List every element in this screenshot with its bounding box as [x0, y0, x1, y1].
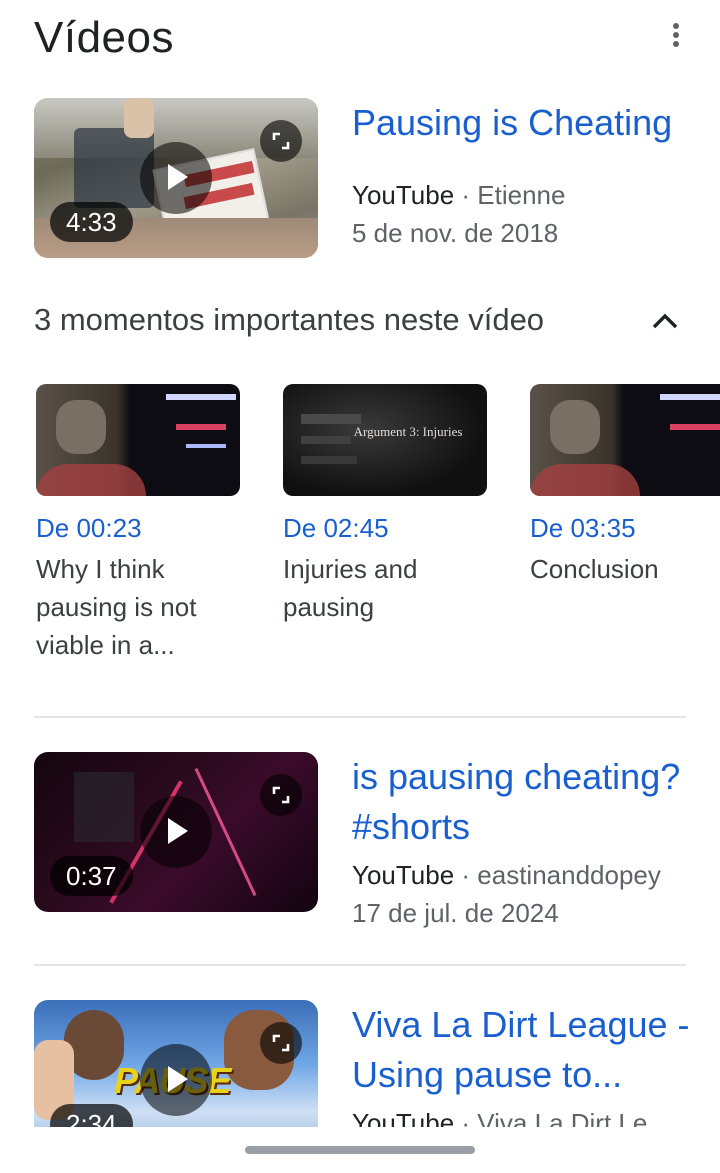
video-title-link[interactable]: Pausing is Cheating	[352, 98, 692, 148]
expand-icon[interactable]	[260, 1022, 302, 1064]
video-thumbnail-3[interactable]: PAUSE 2:34	[34, 1000, 318, 1127]
video-result-3: PAUSE 2:34 Viva La Dirt League - Using p…	[34, 1000, 690, 1127]
key-moment-label: Conclusion	[530, 554, 659, 584]
key-moment-3[interactable]: De 03:35 Conclusion	[530, 384, 720, 588]
meta-separator: ·	[454, 860, 478, 890]
video-thumbnail-2[interactable]: 0:37	[34, 752, 318, 912]
video-date: 5 de nov. de 2018	[352, 218, 559, 248]
more-vert-icon[interactable]	[664, 20, 688, 54]
video-channel: Viva La Dirt Le...	[477, 1108, 670, 1127]
divider	[34, 964, 686, 966]
video-info-1: Pausing is Cheating YouTube · Etienne 5 …	[352, 98, 692, 252]
video-duration: 4:33	[50, 202, 133, 242]
video-thumbnail-1[interactable]: 4:33	[34, 98, 318, 258]
video-meta: YouTube · Etienne	[352, 176, 692, 214]
play-icon	[140, 796, 212, 868]
video-result-1: 4:33 Pausing is Cheating YouTube · Etien…	[34, 98, 686, 268]
meta-separator: ·	[454, 1108, 478, 1127]
expand-icon[interactable]	[260, 774, 302, 816]
key-moment-time: De 02:45	[283, 513, 389, 543]
video-result-3-viewport: PAUSE 2:34 Viva La Dirt League - Using p…	[0, 990, 720, 1127]
thumbnail-caption: Argument 3: Injuries	[353, 424, 463, 439]
key-moment-label: Injuries and pausing	[283, 554, 418, 622]
key-moment-1[interactable]: De 00:23 Why I think pausing is not viab…	[36, 384, 246, 664]
video-info-3: Viva La Dirt League - Using pause to... …	[352, 1000, 692, 1127]
expand-icon[interactable]	[260, 120, 302, 162]
video-duration: 0:37	[50, 856, 133, 896]
video-meta: YouTube · Viva La Dirt Le...	[352, 1104, 692, 1127]
video-channel: eastinanddopey	[477, 860, 661, 890]
video-result-2: 0:37 is pausing cheating? #shorts YouTub…	[34, 752, 686, 928]
video-meta: YouTube · eastinanddopey	[352, 856, 692, 894]
key-moment-label: Why I think pausing is not viable in a..…	[36, 554, 197, 660]
video-date: 17 de jul. de 2024	[352, 898, 559, 928]
video-source: YouTube	[352, 1108, 455, 1127]
video-source: YouTube	[352, 860, 455, 890]
play-icon	[140, 1044, 212, 1116]
meta-separator: ·	[454, 180, 478, 210]
play-icon	[140, 142, 212, 214]
gesture-nav-handle[interactable]	[245, 1146, 475, 1154]
video-duration: 2:34	[50, 1104, 133, 1127]
video-source: YouTube	[352, 180, 455, 210]
chevron-up-icon	[652, 313, 678, 329]
section-title: Vídeos	[34, 13, 174, 62]
video-title-link[interactable]: is pausing cheating? #shorts	[352, 752, 692, 852]
section-header: Vídeos	[34, 10, 694, 70]
key-moment-thumbnail	[530, 384, 720, 496]
video-info-2: is pausing cheating? #shorts YouTube · e…	[352, 752, 692, 932]
video-channel: Etienne	[477, 180, 566, 210]
key-moment-time: De 00:23	[36, 513, 142, 543]
key-moment-thumbnail	[36, 384, 240, 496]
key-moment-2[interactable]: Argument 3: Injuries De 02:45 Injuries a…	[283, 384, 493, 626]
key-moments-toggle[interactable]: 3 momentos importantes neste vídeo	[34, 296, 686, 346]
key-moment-thumbnail: Argument 3: Injuries	[283, 384, 487, 496]
key-moments-heading: 3 momentos importantes neste vídeo	[34, 302, 545, 337]
video-title-link[interactable]: Viva La Dirt League - Using pause to...	[352, 1000, 692, 1100]
divider	[34, 716, 686, 718]
key-moment-time: De 03:35	[530, 513, 636, 543]
